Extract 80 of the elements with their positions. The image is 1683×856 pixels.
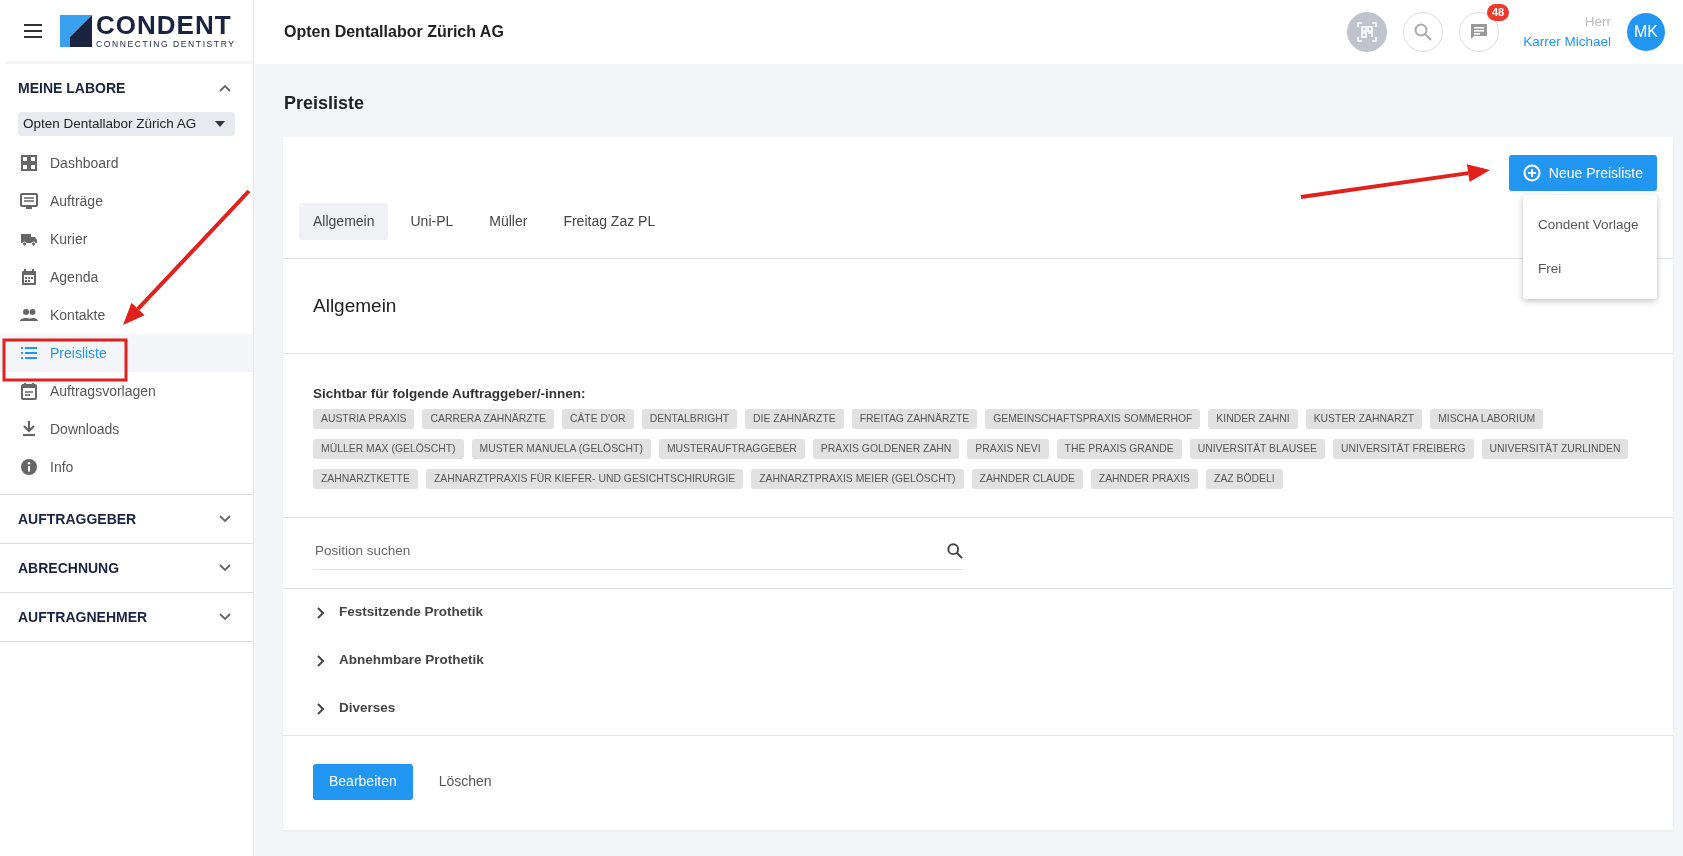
section-title[interactable]: MEINE LABORE xyxy=(18,77,126,99)
client-tag: UNIVERSITÄT BLAUSEE xyxy=(1189,439,1326,460)
section-title[interactable]: AUFTRAGGEBER xyxy=(18,508,137,530)
chevron-right-icon[interactable] xyxy=(317,654,325,667)
search-icon xyxy=(1414,23,1433,41)
menu-item[interactable]: Frei xyxy=(1523,247,1657,291)
chevron-right-icon[interactable] xyxy=(317,702,325,715)
sidebar-item[interactable]: Downloads xyxy=(0,410,253,448)
client-tag: MÜLLER MAX (GELÖSCHT) xyxy=(313,439,464,460)
search-icon xyxy=(947,543,963,560)
notification-badge: 48 xyxy=(1486,4,1510,22)
client-tag: DENTALBRIGHT xyxy=(641,409,738,430)
delete-button[interactable]: Löschen xyxy=(428,771,502,792)
caret-icon xyxy=(215,121,225,127)
tab[interactable]: Allgemein xyxy=(299,203,389,240)
logo-icon xyxy=(60,14,92,47)
info-icon xyxy=(20,458,38,476)
menu-icon[interactable] xyxy=(24,23,42,38)
sidebar-item[interactable]: Dashboard xyxy=(0,144,253,182)
menu-item[interactable]: Condent Vorlage xyxy=(1523,203,1657,247)
section-title: Allgemein xyxy=(313,293,397,318)
client-tag: KUSTER ZAHNARZT xyxy=(1305,409,1423,430)
client-tag: KINDER ZAHNI xyxy=(1208,409,1298,430)
chevron-down-icon[interactable] xyxy=(219,613,231,621)
logo-tagline: CONNECTING DENTISTRY xyxy=(96,40,236,49)
lab-select[interactable]: Opten Dentallabor Zürich AG xyxy=(18,112,235,136)
client-tag: PRAXIS NEVI xyxy=(967,439,1049,460)
chevron-up-icon[interactable] xyxy=(219,84,231,92)
client-tag: ZAHNARZTKETTE xyxy=(313,469,418,490)
client-tag: ZAHNARZTPRAXIS FÜR KIEFER- UND GESICHTSCHIRURGIE xyxy=(425,469,744,490)
sidebar-item[interactable]: Info xyxy=(0,448,253,486)
client-tag: MISCHA LABORIUM xyxy=(1430,409,1544,430)
sidebar-item[interactable]: Kontakte xyxy=(0,296,253,334)
tab[interactable]: Müller xyxy=(475,203,542,240)
section-title[interactable]: ABRECHNUNG xyxy=(18,557,120,579)
client-tag: ZAHNDER CLAUDE xyxy=(971,469,1083,490)
client-tag: FREITAG ZAHNÄRZTE xyxy=(851,409,978,430)
client-tag: GEMEINSCHAFTSPRAXIS SOMMERHOF xyxy=(985,409,1201,430)
client-tag: CARRERA ZAHNÄRZTE xyxy=(422,409,554,430)
calendar-icon xyxy=(20,268,38,286)
client-tag: THE PRAXIS GRANDE xyxy=(1056,439,1182,460)
sidebar-item[interactable]: Auftragsvorlagen xyxy=(0,372,253,410)
section-title[interactable]: AUFTRAGNEHMER xyxy=(18,606,148,628)
sidebar-item[interactable]: Agenda xyxy=(0,258,253,296)
people-icon xyxy=(20,306,38,324)
chat-icon xyxy=(1469,22,1490,42)
position-search-field[interactable]: Position suchen xyxy=(313,540,947,563)
client-tag: PRAXIS GOLDENER ZAHN xyxy=(812,439,960,460)
tab[interactable]: Uni-PL xyxy=(396,203,468,240)
page-title: Preisliste xyxy=(284,92,366,115)
qr-code-icon xyxy=(1357,22,1378,42)
client-tag: ZAHNARZTPRAXIS MEIER (GELÖSCHT) xyxy=(751,469,964,490)
client-tag: UNIVERSITÄT FREIBERG xyxy=(1333,439,1474,460)
monitor-icon xyxy=(20,192,38,210)
calendar-note-icon xyxy=(20,382,38,400)
client-tag: UNIVERSITÄT ZURLINDEN xyxy=(1481,439,1629,460)
group-title[interactable]: Diverses xyxy=(339,698,396,719)
chevron-right-icon[interactable] xyxy=(317,606,325,619)
group-title[interactable]: Abnehmbare Prothetik xyxy=(339,650,484,671)
client-tag: DIE ZAHNÄRZTE xyxy=(745,409,844,430)
client-tag: AUSTRIA PRAXIS xyxy=(313,409,415,430)
client-tag: MUSTER MANUELA (GELÖSCHT) xyxy=(471,439,651,460)
tab[interactable]: Freitag Zaz PL xyxy=(549,203,670,240)
chevron-down-icon[interactable] xyxy=(219,564,231,572)
dashboard-icon xyxy=(20,154,38,172)
client-tag: ZAHNDER PRAXIS xyxy=(1090,469,1199,490)
sidebar-item[interactable]: Aufträge xyxy=(0,182,253,220)
plus-circle-icon xyxy=(1522,164,1541,182)
download-icon xyxy=(20,420,38,438)
lab-title: Opten Dentallabor Zürich AG xyxy=(284,22,504,42)
sidebar-item[interactable]: Kurier xyxy=(0,220,253,258)
group-title[interactable]: Festsitzende Prothetik xyxy=(339,602,484,623)
visibility-label: Sichtbar für folgende Auftraggeber/-innen: xyxy=(313,385,587,403)
client-tag: CÂTE D'OR xyxy=(561,409,634,430)
user-salutation: Herr xyxy=(1583,13,1611,32)
chevron-down-icon[interactable] xyxy=(219,515,231,523)
logo-name: CONDENT xyxy=(96,12,233,39)
list-icon xyxy=(20,344,38,362)
client-tag: ZAZ BÖDELI xyxy=(1206,469,1283,490)
client-tag: MUSTERAUFTRAGGEBER xyxy=(658,439,805,460)
